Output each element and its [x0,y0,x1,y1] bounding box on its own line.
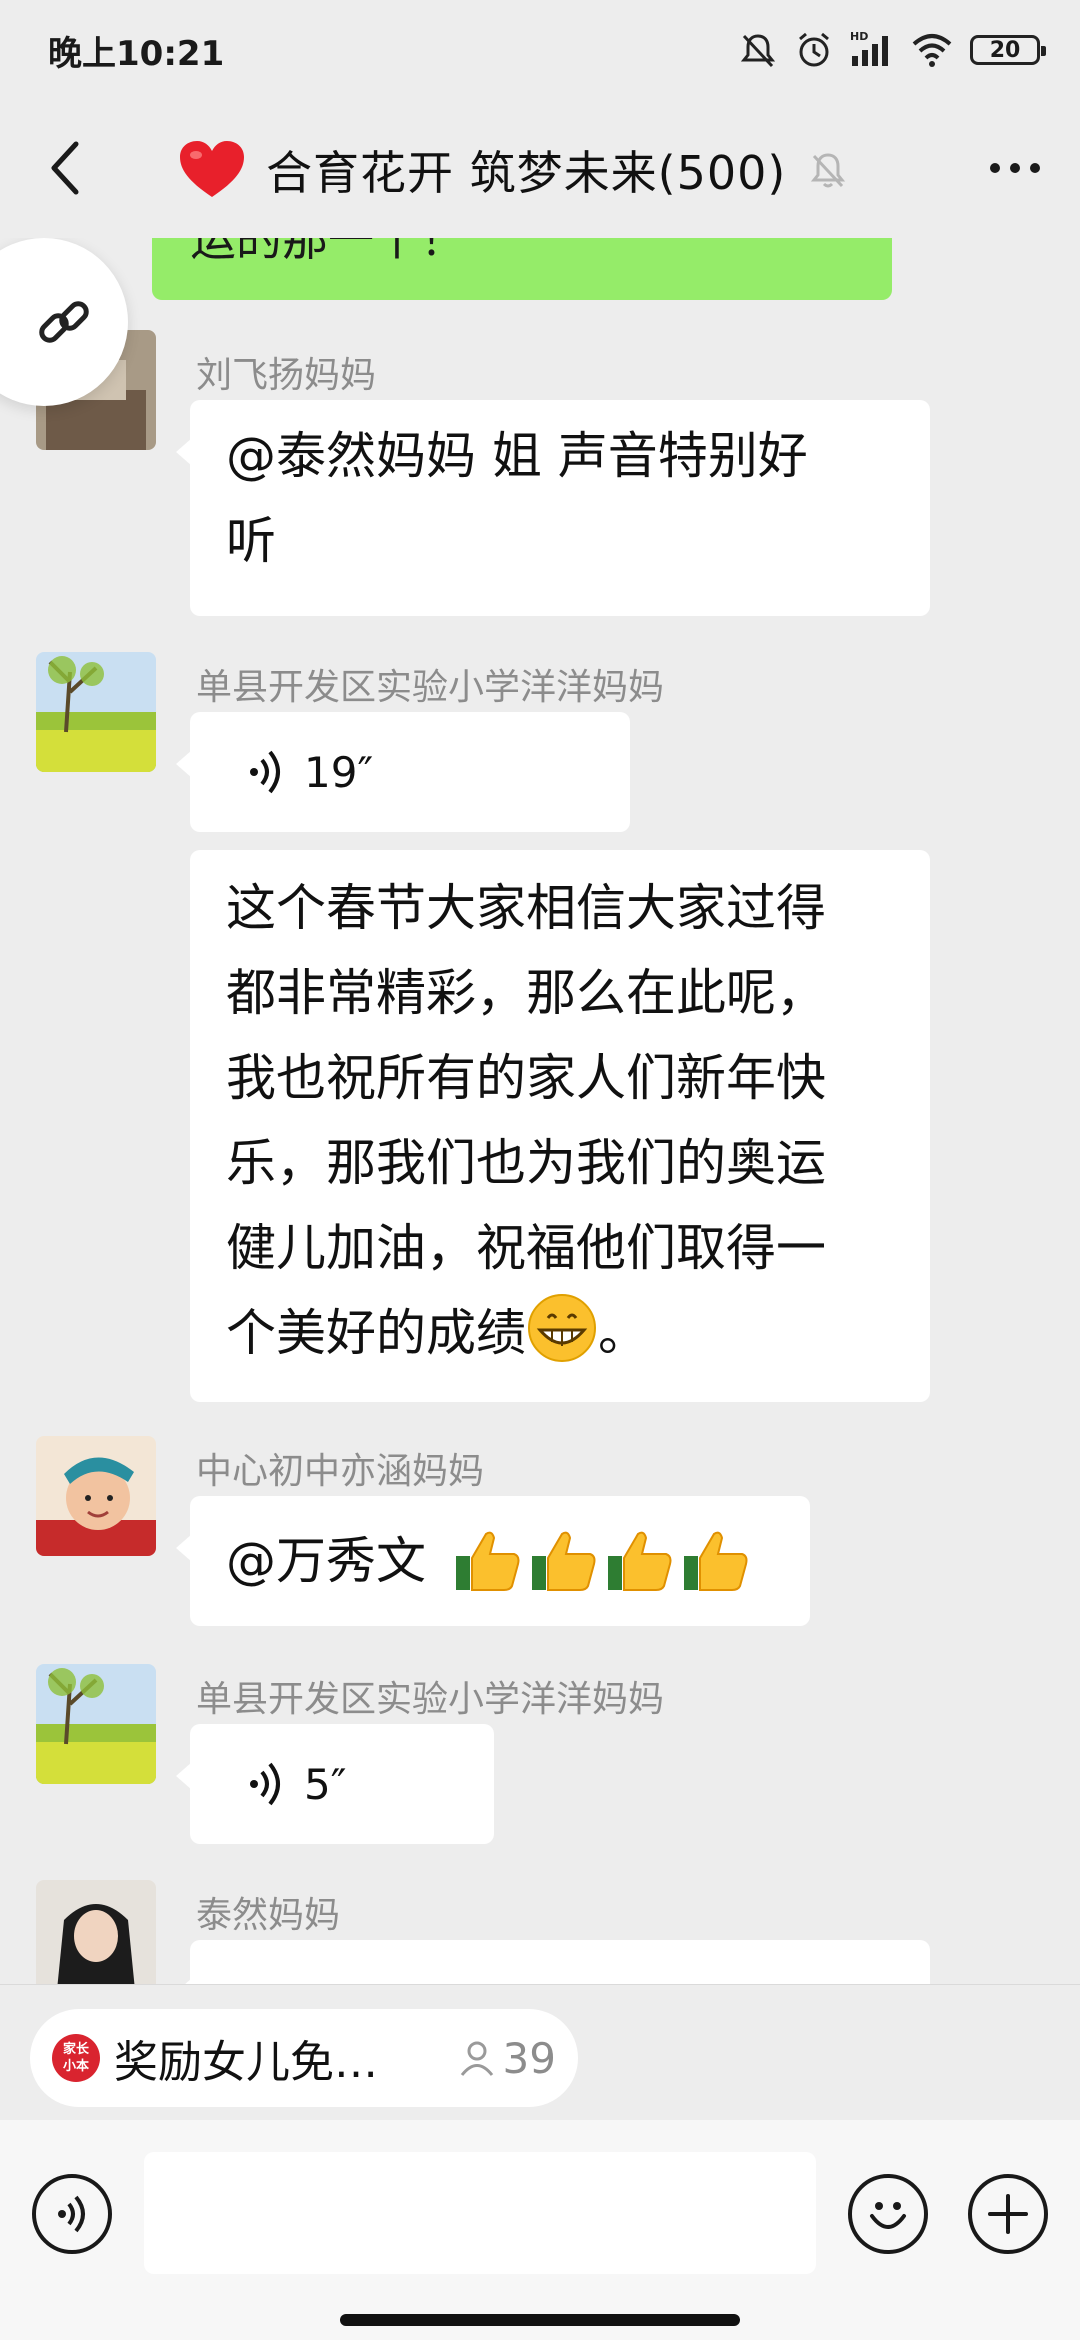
status-time: 晚上10:21 [48,33,225,74]
home-indicator[interactable] [340,2314,740,2326]
message-bubble[interactable]: 这个春节大家相信大家过得 都非常精彩，那么在此呢， 我也祝所有的家人们新年快 乐… [190,850,930,1402]
own-message-bubble[interactable]: 运的那一个！ [152,238,892,300]
status-icons: HD 20 [738,30,1046,70]
viewer-count: 39 [457,2034,556,2083]
person-icon [460,2041,493,2076]
sender-name: 刘飞扬妈妈 [196,355,377,396]
message-bubble[interactable]: @万秀文 [176,1496,810,1626]
avatar[interactable] [36,652,156,772]
voice-duration: 5″ [304,1759,347,1809]
thumbs-up-icon [684,1531,748,1591]
message-text-line-last: 个美好的成绩 。 [226,1291,894,1376]
thumbs-up-icon [456,1531,520,1591]
voice-message-bubble[interactable]: 5″ [176,1724,494,1844]
sender-name: 单县开发区实验小学洋洋妈妈 [196,1679,665,1720]
alarm-icon [799,32,829,67]
back-icon [51,141,79,195]
sender-name: 中心初中亦涵妈妈 [196,1451,485,1492]
mute-bell-icon [811,153,846,188]
avatar-image [36,1664,156,1784]
svg-text:HD: HD [850,30,868,43]
link-icon [39,301,89,343]
wifi-icon [912,34,952,67]
pinned-bar: 家长 小本 奖励女儿免… 39 [0,1984,1080,2107]
message-bubble[interactable]: @泰然妈妈 姐 声音特别好 听 [176,400,930,616]
message-text-line: 这个春节大家相信大家过得 [226,879,826,937]
battery-level: 20 [989,37,1021,63]
message-text-line: @泰然妈妈 姐 声音特别好 [226,427,808,485]
battery-icon: 20 [970,35,1046,65]
message-input[interactable] [144,2152,816,2274]
input-bar [0,2120,1080,2340]
sender-name: 泰然妈妈 [196,1895,341,1936]
avatar[interactable] [36,1664,156,1784]
chat-header: 合育花开 筑梦未来(500) [0,100,1080,238]
voice-input-button[interactable] [32,2174,112,2254]
app-logo-icon: 家长 小本 [52,2034,100,2082]
grin-emoji-icon [528,1294,596,1362]
thumbs-up-emojis [452,1528,750,1594]
pinned-title: 奖励女儿免… [114,2037,378,2088]
avatar-image [36,652,156,772]
emoji-button[interactable] [848,2174,928,2254]
pinned-chip[interactable]: 家长 小本 奖励女儿免… 39 [30,2009,578,2107]
more-dot [990,163,1000,173]
voice-wave-icon [250,750,280,794]
message-text-line: 我也祝所有的家人们新年快 [226,1049,826,1107]
signal-icon: HD [850,30,888,66]
chat-message-list[interactable]: 运的那一个！ 刘飞扬妈妈 @泰然妈妈 姐 声音特别好 听 单县开发区实验小学洋洋… [0,238,1080,1984]
avatar-image [36,1436,156,1556]
more-button[interactable] [980,138,1050,198]
avatar[interactable] [36,1436,156,1556]
voice-message-bubble[interactable]: 19″ [176,712,630,832]
message-text-line: 乐，那我们也为我们的奥运 [226,1134,826,1192]
logo-text: 家长 [62,2042,89,2057]
mute-status-icon [740,34,776,68]
thumbs-up-icon [532,1531,596,1591]
message-bubble[interactable] [176,1940,930,1984]
chat-title[interactable]: 合育花开 筑梦未来(500) [266,137,786,203]
avatar[interactable] [36,1880,156,1984]
message-text: @万秀文 [226,1531,426,1590]
heart-emoji-icon [180,141,244,197]
voice-wave-icon [250,1762,280,1806]
voice-duration: 19″ [304,747,374,797]
avatar-image [36,1880,156,1984]
smiley-icon [870,2202,906,2229]
more-functions-button[interactable] [968,2174,1048,2254]
back-button[interactable] [36,138,96,198]
voice-icon [58,2195,85,2233]
more-dot [1010,163,1020,173]
own-message-text: 运的那一个！ [190,238,466,266]
message-text-line: 健儿加油，祝福他们取得一 [226,1219,826,1277]
message-text-segment: 个美好的成绩 [226,1304,526,1362]
sender-name: 单县开发区实验小学洋洋妈妈 [196,667,665,708]
plus-icon [988,2194,1028,2234]
message-text-segment: 。 [598,1304,648,1362]
logo-text: 小本 [62,2059,89,2074]
status-bar: 晚上10:21 HD 20 [0,0,1080,100]
thumbs-up-icon [608,1531,672,1591]
more-dot [1030,163,1040,173]
viewer-count-value: 39 [502,2033,556,2083]
chat-title-group: 合育花开 筑梦未来(500) [178,130,850,210]
message-text-line: 听 [226,512,276,570]
message-text-line: 都非常精彩，那么在此呢， [226,964,826,1022]
